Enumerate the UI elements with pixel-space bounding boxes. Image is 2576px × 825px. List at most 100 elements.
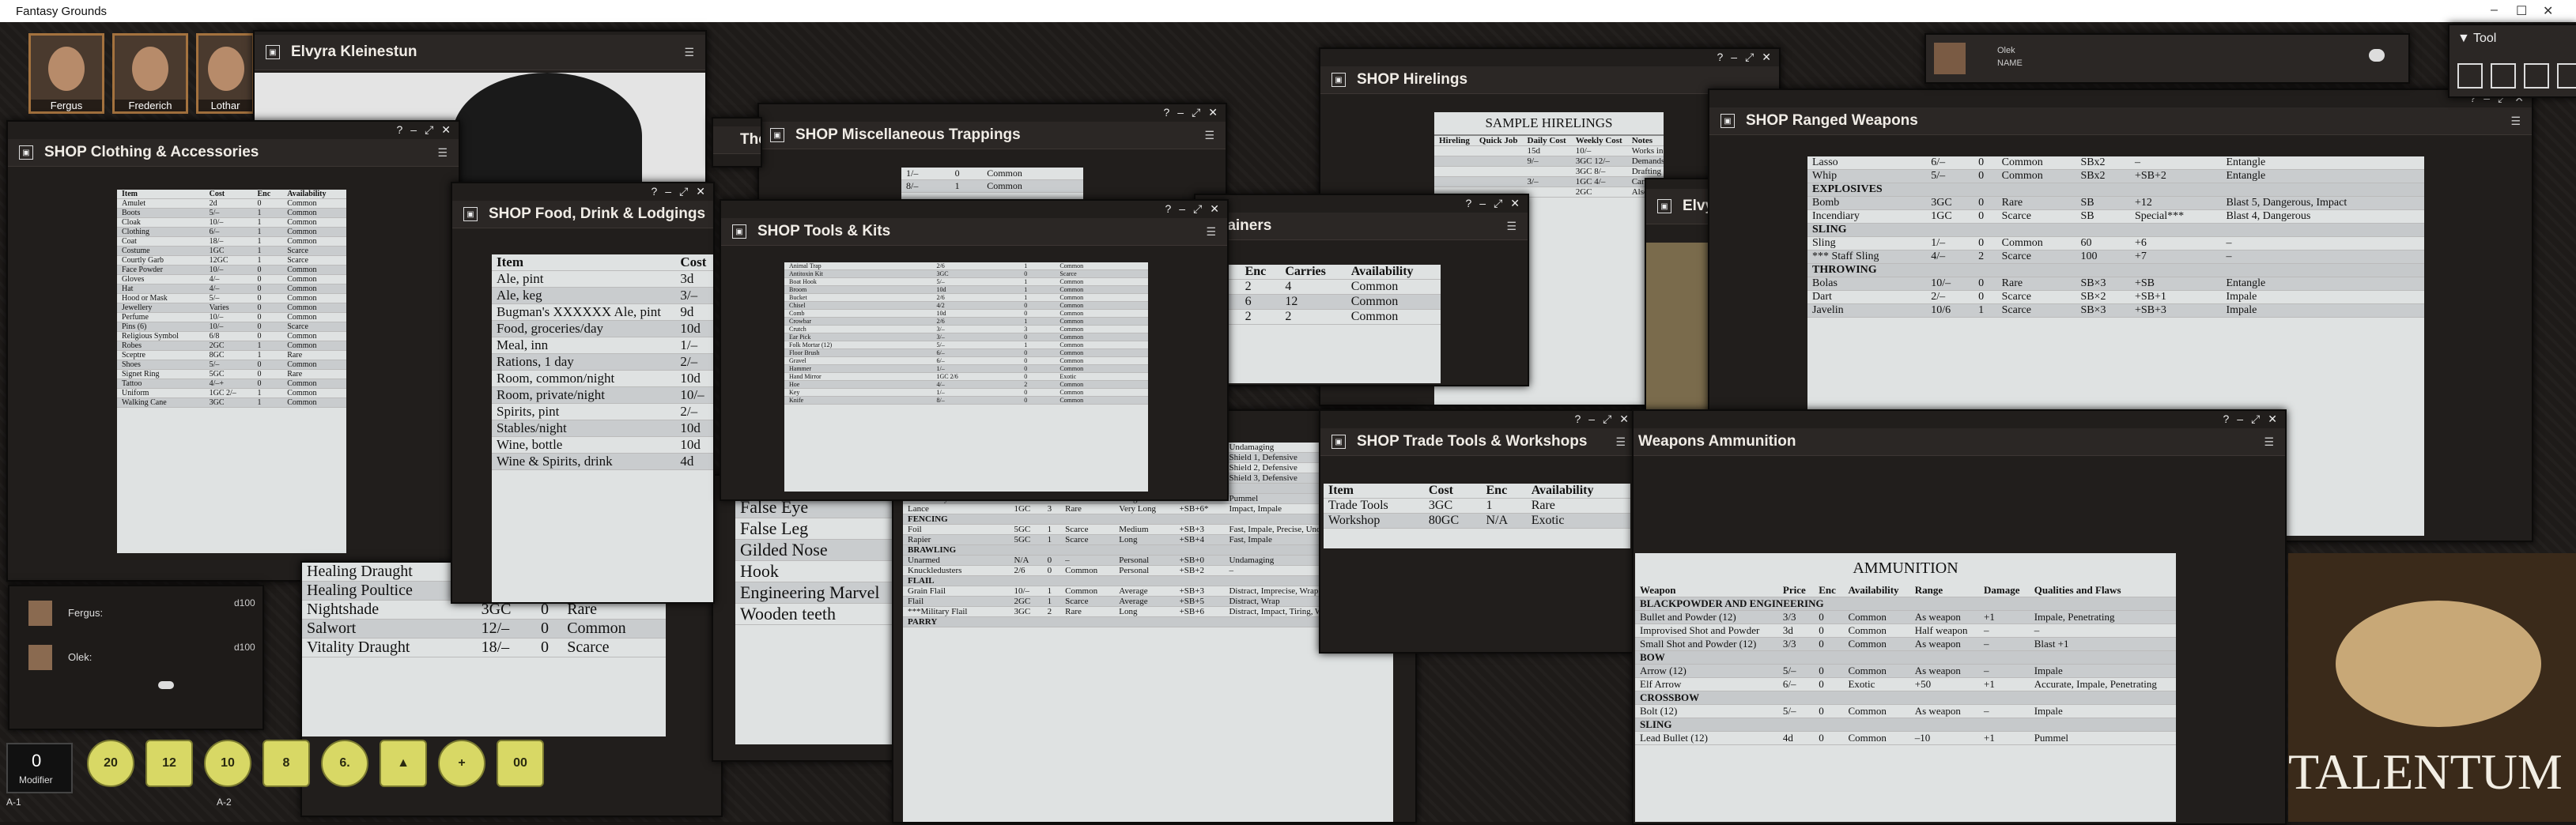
portrait-lothar[interactable]: Lothar [196, 33, 255, 114]
portrait-label: Lothar [198, 100, 252, 111]
tool-calendar-icon[interactable] [2524, 63, 2549, 89]
portrait-fergus[interactable]: Fergus [28, 33, 104, 114]
table-row: Folk Mortar (12) 5/– 1 Common [784, 341, 1148, 349]
window-header[interactable]: Weapons Ammunition ☰ [1634, 428, 2285, 456]
sheet-title: SAMPLE HIRELINGS [1434, 112, 1664, 136]
table-row: Floor Brush 6/– 0 Common [784, 348, 1148, 357]
tool-dice-icon[interactable] [2557, 63, 2576, 89]
table-row: Hook [735, 560, 893, 582]
app-title: Fantasy Grounds [16, 4, 108, 18]
dropdown-icon[interactable]: ☰ [1506, 220, 1517, 233]
die-20-icon[interactable]: 20 [87, 740, 134, 787]
table-row: Gilded Nose [735, 539, 893, 561]
chat-bubble-icon[interactable] [2369, 49, 2385, 62]
window-controls[interactable]: ?–⤢✕ [452, 183, 713, 199]
chat-tab-icon[interactable] [158, 681, 174, 689]
chat-avatar [1934, 43, 1966, 74]
table-row: Sling 1/– 0 Common 60 +6– [1807, 236, 2424, 251]
combat-die[interactable]: d100 [234, 642, 255, 653]
window-controls[interactable]: ?–⤢✕ [1634, 411, 2285, 427]
window-partial-the[interactable]: The [712, 117, 762, 168]
table-row: 9/–3GC 12/–Demands a share of loot, less… [1434, 156, 1664, 167]
avatar [28, 645, 52, 670]
window-header[interactable]: ▣ SHOP Food, Drink & Lodgings [452, 201, 713, 228]
dropdown-icon[interactable]: ☰ [684, 46, 694, 59]
dropdown-icon[interactable]: ☰ [1204, 129, 1214, 142]
portrait-label: Fergus [31, 100, 102, 111]
table-header: CostEncCarriesAvailability [1195, 265, 1441, 280]
table-row: Trade Tools 3GC 1 Rare [1324, 498, 1630, 514]
die-8-icon[interactable]: 8 [263, 740, 310, 787]
table-row: Shoes 5/– 0 Common [117, 360, 346, 370]
window-tools[interactable]: ? – ⤢ ✕ ▣ SHOP Tools & Kits ☰ Animal Trap 2/6 1… [720, 199, 1229, 501]
window-controls[interactable]: ?–⤢✕ [8, 122, 459, 138]
window-controls[interactable]: ?–⤢✕ [1320, 49, 1779, 65]
die-10-icon[interactable]: 10 [204, 740, 251, 787]
window-controls[interactable]: ?–⤢✕ [1195, 195, 1528, 211]
die-d4-icon[interactable]: ▲ [380, 740, 427, 787]
maximize-button[interactable]: ☐ [2516, 3, 2527, 19]
window-header[interactable]: ▣ SHOP Ranged Weapons ☰ [1709, 107, 2532, 135]
table-row: Chisel 4/2 0 Common [784, 301, 1148, 310]
window-food[interactable]: ? – ⤢ ✕ ▣ SHOP Food, Drink & Lodgings Item Co… [451, 182, 715, 604]
window-header[interactable]: ▣ SHOP Clothing & Accessories ☰ [8, 139, 459, 167]
window-icon: ▣ [1720, 114, 1735, 128]
window-ammunition[interactable]: ? – ⤢ ✕ Weapons Ammunition ☰ AMMUNITION Weap… [1632, 409, 2287, 825]
table-row: Bugman's XXXXXX Ale, pint 9d [492, 303, 713, 321]
table-row: Knife 8/– 0 Common [784, 396, 1148, 405]
table-row: Ale, pint 3d [492, 270, 713, 288]
tool-party-icon[interactable] [2491, 63, 2516, 89]
die-00-icon[interactable]: 00 [497, 740, 544, 787]
avatar [28, 601, 52, 626]
tools-sheet: Animal Trap 2/6 1 Common Antitoxin Kit 3GC 0 Sc… [784, 262, 1148, 492]
window-header[interactable]: ▣ SHOP Miscellaneous Trappings ☰ [759, 122, 1226, 149]
combat-row[interactable]: Olek: d100 [21, 642, 255, 673]
window-header[interactable]: ▣ Elvyra Kleinestun ☰ [255, 35, 705, 70]
window-controls[interactable]: ?–⤢✕ [1320, 411, 1637, 427]
minimize-button[interactable]: – [2491, 3, 2498, 17]
die-12-icon[interactable]: 12 [145, 740, 193, 787]
modifier-label: Modifier [19, 774, 53, 785]
dropdown-icon[interactable]: ☰ [2510, 115, 2521, 128]
table-header: Item Cost [492, 254, 713, 271]
table-row: 15d10/–Works independently without Leade… [1434, 145, 1664, 156]
die-+-icon[interactable]: + [438, 740, 485, 787]
window-misc-trappings[interactable]: ? – ⤢ ✕ ▣ SHOP Miscellaneous Trappings ☰ 1/– 0… [757, 103, 1227, 201]
combat-tracker[interactable]: Fergus: d100 Olek: d100 [8, 585, 264, 730]
combat-die[interactable]: d100 [234, 597, 255, 608]
table-row: Cloak 10/– 1 Common [117, 217, 346, 228]
window-header[interactable]: tainers ☰ [1195, 213, 1528, 240]
window-controls[interactable]: ?–⤢✕ [721, 201, 1227, 217]
combat-name: Fergus: [68, 607, 104, 619]
window-header[interactable]: ▣ SHOP Trade Tools & Workshops ☰ [1320, 428, 1637, 456]
tool-grid-icon[interactable] [2457, 63, 2483, 89]
dropdown-icon[interactable]: ☰ [2264, 435, 2274, 449]
modifier-box[interactable]: 0 Modifier [6, 743, 73, 793]
table-row: Bucket 2/6 1 Common [784, 293, 1148, 302]
combat-row[interactable]: Fergus: d100 [21, 597, 255, 629]
window-header[interactable]: The [713, 126, 761, 154]
close-button[interactable]: ✕ [2543, 3, 2553, 19]
window-controls[interactable]: ?–⤢✕ [1709, 90, 2532, 106]
dropdown-icon[interactable]: ☰ [1206, 225, 1216, 239]
table-row: Robes 2GC 1 Common [117, 341, 346, 351]
section-row: SLING [1807, 223, 2424, 237]
portrait-frederich[interactable]: Frederich [112, 33, 188, 114]
table-header: Weapon Price Enc Availability Range Damage Qua… [1635, 584, 2176, 597]
window-controls[interactable]: ?–⤢✕ [759, 104, 1226, 120]
window-clothing[interactable]: ? – ⤢ ✕ ▣ SHOP Clothing & Accessories ☰ Item C… [6, 120, 460, 582]
hotkey-bar-2[interactable]: A-2 [217, 797, 232, 808]
dropdown-icon[interactable]: ☰ [437, 146, 448, 160]
window-title: SHOP Hirelings [1357, 71, 1468, 88]
window-header[interactable]: ▣ SHOP Tools & Kits ☰ [721, 218, 1227, 246]
combat-name: Olek: [68, 651, 93, 663]
food-sheet: Item Cost Ale, pint 3d Ale, keg 3/– Bugman's X… [492, 254, 713, 602]
window-trade-tools[interactable]: ? – ⤢ ✕ ▣ SHOP Trade Tools & Workshops ☰ Item… [1319, 409, 1638, 654]
table-row: Animal Trap 2/6 1 Common [784, 262, 1148, 270]
dropdown-icon[interactable]: ☰ [1615, 435, 1626, 449]
chat-entry[interactable]: Olek NAME [1924, 33, 2410, 84]
die-6.-icon[interactable]: 6. [321, 740, 368, 787]
hotkey-bar-1[interactable]: A-1 [6, 797, 21, 808]
window-containers[interactable]: ?–⤢✕ tainers ☰ CostEncCarriesAvailability… [1194, 194, 1529, 386]
window-prosthetics[interactable]: Eye PatchFalse EyeFalse LegGilded NoseHo… [712, 474, 897, 762]
